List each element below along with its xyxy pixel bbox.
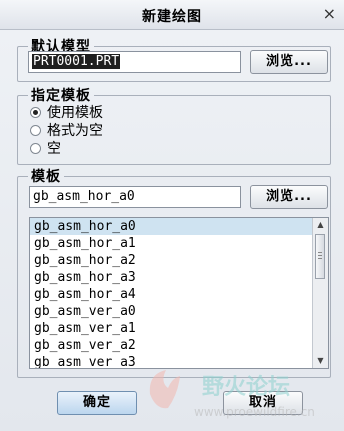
template-browse-button[interactable]: 浏览... (250, 185, 328, 209)
grip-line (318, 255, 322, 256)
default-model-browse-button[interactable]: 浏览... (250, 50, 328, 74)
list-scrollbar[interactable]: ▲ ▼ (312, 218, 328, 368)
radio-use-template-dot[interactable] (30, 106, 41, 118)
radio-empty-with-format-label: 格式为空 (47, 123, 103, 139)
radio-use-template[interactable]: 使用模板 (30, 103, 103, 121)
template-list-item[interactable]: gb_asm_ver_a3 (30, 354, 328, 368)
template-list-item[interactable]: gb_asm_hor_a1 (30, 235, 328, 252)
template-name-field[interactable]: gb_asm_hor_a0 (29, 186, 241, 208)
radio-empty[interactable]: 空 (30, 139, 61, 157)
radio-use-template-label: 使用模板 (47, 105, 103, 121)
dialog-title: 新建绘图 (142, 9, 202, 25)
template-list-item[interactable]: gb_asm_hor_a3 (30, 269, 328, 286)
grip-line (318, 258, 322, 259)
template-listbox[interactable]: gb_asm_hor_a0 gb_asm_hor_a1 gb_asm_hor_a2 g… (29, 217, 329, 369)
template-list: gb_asm_hor_a0 gb_asm_hor_a1 gb_asm_hor_a2 g… (30, 218, 328, 368)
title-bar: 新建绘图 × (0, 0, 344, 30)
scroll-up-icon[interactable]: ▲ (313, 218, 328, 232)
cancel-button[interactable]: 取消 (223, 391, 303, 415)
ok-button[interactable]: 确定 (57, 391, 137, 415)
default-model-value: PRT0001.PRT (32, 54, 121, 69)
grip-line (318, 252, 322, 253)
template-list-item[interactable]: gb_asm_hor_a4 (30, 286, 328, 303)
template-list-item[interactable]: gb_asm_ver_a1 (30, 320, 328, 337)
template-list-item[interactable]: gb_asm_ver_a0 (30, 303, 328, 320)
radio-empty-label: 空 (47, 141, 61, 157)
template-list-item[interactable]: gb_asm_hor_a0 (30, 218, 328, 235)
radio-empty-with-format-dot[interactable] (30, 124, 41, 136)
scroll-down-icon[interactable]: ▼ (313, 354, 328, 368)
template-list-item[interactable]: gb_asm_hor_a2 (30, 252, 328, 269)
radio-empty-with-format[interactable]: 格式为空 (30, 121, 103, 139)
close-icon[interactable]: × (323, 4, 336, 23)
radio-empty-dot[interactable] (30, 142, 41, 154)
template-list-item[interactable]: gb_asm_ver_a2 (30, 337, 328, 354)
template-legend: 模板 (31, 169, 61, 185)
default-model-field[interactable]: PRT0001.PRT (28, 51, 241, 73)
scroll-thumb[interactable] (315, 234, 325, 279)
